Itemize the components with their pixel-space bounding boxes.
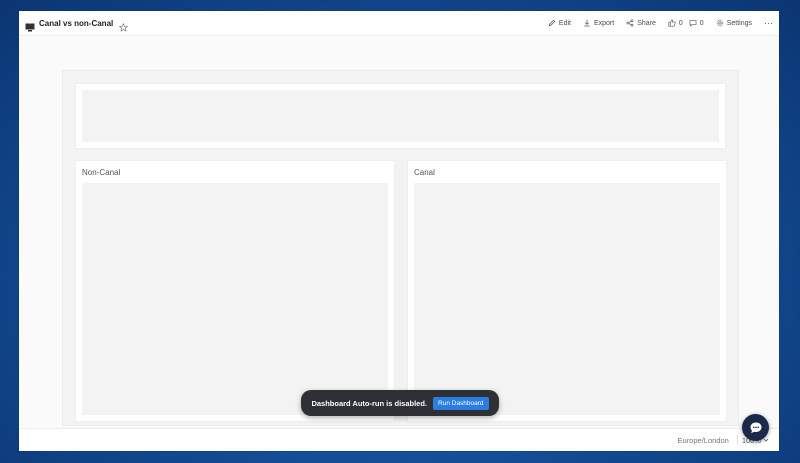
- chart-placeholder: [414, 183, 720, 415]
- settings-label: Settings: [726, 19, 752, 27]
- comment-count: 0: [699, 19, 704, 27]
- chat-bubble-icon: [750, 422, 761, 433]
- like-count: 0: [678, 19, 683, 27]
- comment-button[interactable]: 0: [689, 19, 704, 27]
- settings-button[interactable]: Settings: [716, 19, 752, 27]
- gear-icon: [716, 19, 723, 27]
- export-label: Export: [593, 19, 615, 27]
- like-button[interactable]: 0: [668, 19, 683, 27]
- edit-button[interactable]: Edit: [548, 19, 571, 27]
- dashboard-canvas: Non-Canal Canal: [62, 70, 739, 426]
- thumbs-up-icon: [668, 19, 676, 27]
- comment-icon: [689, 20, 697, 27]
- divider: [736, 435, 738, 445]
- dashboard-footer: Europe/London 100%: [19, 428, 779, 451]
- toast-message: Dashboard Auto-run is disabled.: [311, 398, 428, 408]
- pencil-icon: [548, 19, 556, 27]
- title-area: Canal vs non-Canal: [19, 18, 129, 32]
- chart-placeholder: [82, 183, 388, 415]
- header-actions: Edit Export Share 0 0 Settings ···: [536, 18, 779, 28]
- tile-canal[interactable]: Canal: [407, 160, 727, 422]
- share-label: Share: [637, 19, 656, 27]
- dashboard-header: Canal vs non-Canal Edit Export Share 0 0…: [19, 11, 779, 36]
- star-icon[interactable]: [118, 19, 129, 32]
- share-icon: [626, 19, 634, 27]
- dashboard-icon: [25, 19, 35, 31]
- text-tile: [75, 83, 726, 149]
- autorun-toast: Dashboard Auto-run is disabled. Run Dash…: [301, 390, 499, 416]
- run-dashboard-button[interactable]: Run Dashboard: [433, 396, 489, 410]
- tile-title: Non-Canal: [82, 168, 121, 177]
- tile-loading-placeholder: [82, 90, 719, 142]
- timezone-label: Europe/London: [677, 435, 729, 445]
- edit-label: Edit: [558, 19, 571, 27]
- chat-launcher-button[interactable]: [742, 414, 769, 441]
- share-button[interactable]: Share: [626, 19, 656, 27]
- tile-non-canal[interactable]: Non-Canal: [75, 160, 395, 422]
- export-button[interactable]: Export: [583, 19, 614, 27]
- tile-title: Canal: [414, 168, 435, 177]
- dashboard-window: Canal vs non-Canal Edit Export Share 0 0…: [19, 11, 779, 451]
- download-icon: [584, 19, 590, 27]
- more-options-button[interactable]: ···: [764, 18, 773, 28]
- page-title: Canal vs non-Canal: [39, 18, 114, 28]
